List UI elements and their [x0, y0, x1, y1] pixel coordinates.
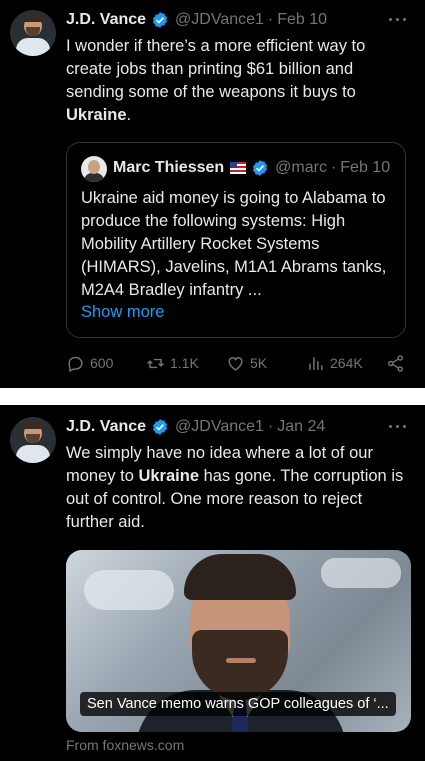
author-handle[interactable]: @JDVance1 — [175, 418, 264, 436]
us-flag-icon — [230, 162, 247, 174]
tweet-date[interactable]: Feb 10 — [277, 11, 327, 29]
quoted-author-name: Marc Thiessen — [113, 159, 225, 176]
repost-count: 1.1K — [170, 355, 199, 371]
more-options-icon[interactable] — [389, 15, 407, 25]
reply-button[interactable]: 600 — [66, 352, 113, 374]
separator: · — [267, 11, 274, 28]
author-handle[interactable]: @JDVance1 — [175, 11, 264, 29]
heart-icon — [228, 356, 243, 371]
link-preview-card[interactable]: Sen Vance memo warns GOP colleagues of ‘… — [66, 550, 411, 732]
verified-badge-icon — [152, 419, 168, 435]
views-button[interactable]: 264K — [306, 352, 363, 374]
tweet-header: J.D. Vance @JDVance1 · Jan 24 — [66, 416, 325, 438]
share-button[interactable] — [386, 352, 410, 374]
repost-icon — [147, 358, 164, 368]
author-avatar[interactable] — [10, 10, 56, 56]
quoted-author-avatar[interactable] — [81, 156, 107, 182]
like-count: 5K — [250, 355, 268, 371]
reply-icon — [68, 356, 83, 372]
quoted-tweet[interactable]: Marc Thiessen @marc · Feb 10 Ukraine aid… — [66, 142, 406, 338]
separator: · — [267, 418, 274, 435]
like-button[interactable]: 5K — [226, 352, 267, 374]
repost-button[interactable]: 1.1K — [146, 352, 199, 374]
tweet-actions: 600 1.1K 5K 264K — [66, 352, 411, 374]
bar-chart-icon — [309, 356, 323, 370]
quoted-tweet-header: Marc Thiessen @marc · Feb 10 — [113, 157, 390, 179]
tweet-1[interactable]: J.D. Vance @JDVance1 · Feb 10 I wonder i… — [0, 0, 425, 388]
reply-count: 600 — [90, 355, 114, 371]
verified-badge-icon — [253, 160, 268, 176]
separator: · — [330, 159, 337, 176]
tweet-text: I wonder if there’s a more efficient way… — [66, 37, 366, 124]
link-source[interactable]: From foxnews.com — [66, 737, 184, 753]
tweet-header: J.D. Vance @JDVance1 · Feb 10 — [66, 9, 327, 31]
link-card-caption: Sen Vance memo warns GOP colleagues of ‘… — [80, 692, 396, 716]
quoted-author-handle: @marc — [275, 159, 327, 176]
verified-badge-icon — [152, 12, 168, 28]
show-more-link[interactable]: Show more — [81, 303, 164, 322]
more-options-icon[interactable] — [389, 422, 407, 432]
author-name[interactable]: J.D. Vance — [66, 11, 146, 29]
tweet-text: We simply have no idea where a lot of ou… — [66, 444, 404, 531]
share-icon — [387, 354, 404, 372]
tweet-2[interactable]: J.D. Vance @JDVance1 · Jan 24 We simply … — [0, 405, 425, 761]
quoted-tweet-text: Ukraine aid money is going to Alabama to… — [81, 189, 387, 299]
view-count: 264K — [330, 355, 363, 371]
highlighted-keyword: Ukraine — [66, 106, 127, 124]
quoted-tweet-date: Feb 10 — [340, 159, 391, 176]
author-name[interactable]: J.D. Vance — [66, 418, 146, 436]
tweet-date[interactable]: Jan 24 — [277, 418, 325, 436]
author-avatar[interactable] — [10, 417, 56, 463]
highlighted-keyword: Ukraine — [138, 467, 199, 485]
